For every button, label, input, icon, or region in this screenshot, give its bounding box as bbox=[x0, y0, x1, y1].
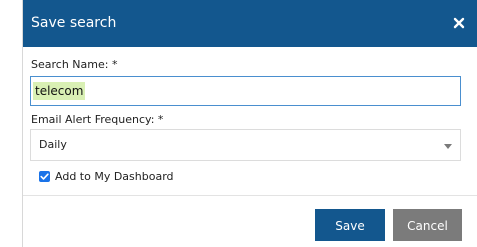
add-to-dashboard-checkbox[interactable] bbox=[39, 171, 50, 182]
search-name-value: telecom bbox=[33, 82, 86, 100]
close-icon[interactable] bbox=[451, 15, 467, 31]
dialog-title: Save search bbox=[31, 15, 117, 31]
email-frequency-select[interactable]: Daily bbox=[30, 129, 461, 161]
dialog-header: Save search bbox=[23, 0, 477, 47]
background-page-edge bbox=[0, 0, 22, 247]
save-search-dialog: Save search Search Name: * telecom Email… bbox=[22, 0, 477, 247]
footer-divider bbox=[23, 195, 477, 196]
add-to-dashboard-label[interactable]: Add to My Dashboard bbox=[55, 170, 174, 184]
chevron-down-icon bbox=[444, 144, 452, 149]
cancel-button[interactable]: Cancel bbox=[393, 209, 462, 241]
email-frequency-label: Email Alert Frequency: * bbox=[31, 113, 164, 126]
dialog-body: Search Name: * telecom Email Alert Frequ… bbox=[23, 47, 477, 195]
save-button[interactable]: Save bbox=[315, 209, 385, 241]
search-name-input[interactable]: telecom bbox=[30, 76, 461, 106]
search-name-label: Search Name: * bbox=[31, 58, 118, 71]
email-frequency-value: Daily bbox=[39, 138, 67, 151]
